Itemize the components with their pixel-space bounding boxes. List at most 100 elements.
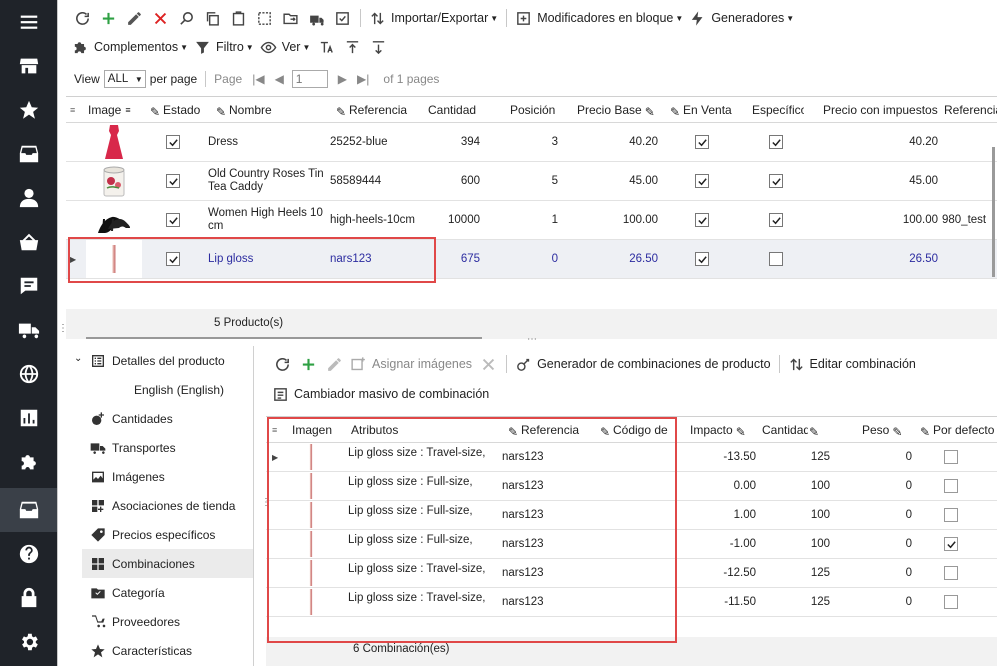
- row-precio-base[interactable]: 40.20: [596, 123, 658, 161]
- row-por-defecto[interactable]: [944, 588, 958, 616]
- row-en-venta[interactable]: [695, 201, 709, 239]
- row-precio-impuestos[interactable]: 40.20: [866, 123, 938, 161]
- row-precio-impuestos[interactable]: 100.00: [866, 201, 938, 239]
- row-en-venta[interactable]: [695, 162, 709, 200]
- checkbox[interactable]: [944, 508, 958, 522]
- add-icon[interactable]: [296, 352, 320, 376]
- col-referencia[interactable]: ✎ Referencia: [336, 97, 424, 122]
- module-store-icon[interactable]: [0, 488, 57, 532]
- checkbox[interactable]: [166, 213, 180, 227]
- checkbox[interactable]: [695, 213, 709, 227]
- row-peso[interactable]: 0: [866, 588, 912, 616]
- table-row[interactable]: Dress 25252-blue 394 3 40.20 40.20: [66, 123, 997, 162]
- checkbox[interactable]: [166, 174, 180, 188]
- row-peso[interactable]: 0: [866, 530, 912, 558]
- col-nombre[interactable]: ✎ Nombre: [216, 97, 326, 122]
- row-referencia[interactable]: 25252-blue: [330, 123, 422, 161]
- checkbox[interactable]: [944, 479, 958, 493]
- col-referencia-2[interactable]: Referencia: [944, 97, 997, 122]
- checkbox[interactable]: [769, 174, 783, 188]
- row-cantidad[interactable]: 100: [766, 501, 830, 529]
- checkbox[interactable]: [769, 252, 783, 266]
- horizontal-scrollbar[interactable]: [86, 337, 482, 339]
- checkbox[interactable]: [769, 213, 783, 227]
- addons-menu[interactable]: Complementos ▼: [70, 35, 190, 59]
- star-icon[interactable]: [0, 88, 57, 132]
- refresh-icon[interactable]: [70, 6, 94, 30]
- checkbox[interactable]: [695, 135, 709, 149]
- row-referencia-2[interactable]: 980_test: [940, 201, 997, 239]
- checkbox[interactable]: [944, 566, 958, 580]
- page-size-select[interactable]: ALL ▼: [103, 70, 146, 88]
- settings-gear-icon[interactable]: [0, 620, 57, 664]
- row-impacto[interactable]: 1.00: [686, 501, 756, 529]
- prev-page-icon[interactable]: ◀: [275, 72, 284, 86]
- row-impacto[interactable]: 0.00: [686, 472, 756, 500]
- row-cantidad[interactable]: 125: [766, 443, 830, 471]
- row-peso[interactable]: 0: [866, 501, 912, 529]
- row-impacto[interactable]: -13.50: [686, 443, 756, 471]
- tree-item-caracteristicas[interactable]: Características: [90, 636, 192, 665]
- edit-combination-button[interactable]: Editar combinación: [786, 352, 918, 376]
- puzzle-icon[interactable]: [0, 440, 57, 484]
- col-posicion[interactable]: Posición: [510, 97, 570, 122]
- select-area-icon[interactable]: [252, 6, 276, 30]
- row-cantidad[interactable]: 125: [766, 559, 830, 587]
- hamburger-menu-icon[interactable]: [0, 0, 57, 44]
- row-estado-checkbox[interactable]: [166, 201, 180, 239]
- row-peso[interactable]: 0: [866, 472, 912, 500]
- sort-down-icon[interactable]: [366, 35, 390, 59]
- checkbox[interactable]: [166, 135, 180, 149]
- row-por-defecto[interactable]: [944, 559, 958, 587]
- row-nombre[interactable]: Old Country Roses Tin Tea Caddy: [208, 162, 328, 200]
- tree-item-cantidades[interactable]: Cantidades: [90, 404, 173, 433]
- copy-icon[interactable]: [200, 6, 224, 30]
- tree-item-details[interactable]: Detalles del producto: [90, 346, 225, 375]
- col-impacto[interactable]: Impacto ✎: [690, 417, 756, 442]
- page-number-input[interactable]: 1: [291, 70, 328, 88]
- user-icon[interactable]: [0, 176, 57, 220]
- row-cantidad[interactable]: 394: [426, 123, 480, 161]
- checkbox[interactable]: [944, 537, 958, 551]
- col-cantidad[interactable]: Cantidad ✎: [762, 417, 826, 442]
- basket-icon[interactable]: [0, 220, 57, 264]
- paste-icon[interactable]: [226, 6, 250, 30]
- font-size-icon[interactable]: [314, 35, 338, 59]
- tree-item-language[interactable]: English (English): [134, 375, 224, 404]
- row-nombre[interactable]: Women High Heels 10 cm: [208, 201, 328, 239]
- bulk-modifiers-menu[interactable]: Modificadores en bloque ▼: [513, 6, 685, 30]
- row-referencia[interactable]: high-heels-10cm: [330, 201, 422, 239]
- row-precio-impuestos[interactable]: 26.50: [866, 240, 938, 278]
- row-posicion[interactable]: 3: [506, 123, 558, 161]
- tree-item-combinaciones[interactable]: Combinaciones: [82, 549, 253, 578]
- tree-item-categoria[interactable]: Categoría: [90, 578, 165, 607]
- move-folder-icon[interactable]: [278, 6, 302, 30]
- checkbox[interactable]: [769, 135, 783, 149]
- row-precio-impuestos[interactable]: 45.00: [866, 162, 938, 200]
- column-menu-icon[interactable]: ≡: [70, 97, 75, 122]
- tree-collapse-chevron-icon[interactable]: ⌄: [74, 353, 82, 364]
- assign-images-button[interactable]: Asignar imágenes: [348, 352, 474, 376]
- row-impacto[interactable]: -1.00: [686, 530, 756, 558]
- vertical-scrollbar[interactable]: [992, 147, 995, 277]
- next-page-icon[interactable]: ▶: [338, 72, 347, 86]
- row-posicion[interactable]: 1: [506, 201, 558, 239]
- add-icon[interactable]: [96, 6, 120, 30]
- row-por-defecto[interactable]: [944, 472, 958, 500]
- row-referencia[interactable]: 58589444: [330, 162, 422, 200]
- col-especifico[interactable]: Específico: [752, 97, 804, 122]
- row-en-venta[interactable]: [695, 123, 709, 161]
- tree-item-asociaciones[interactable]: Asociaciones de tienda: [90, 491, 235, 520]
- message-icon[interactable]: [0, 264, 57, 308]
- tree-item-imagenes[interactable]: Imágenes: [90, 462, 165, 491]
- row-cantidad[interactable]: 125: [766, 588, 830, 616]
- edit-pencil-icon[interactable]: [322, 352, 346, 376]
- combination-generator-button[interactable]: Generador de combinaciones de producto: [513, 352, 772, 376]
- row-cantidad[interactable]: 10000: [426, 201, 480, 239]
- row-especifico[interactable]: [769, 123, 783, 161]
- row-especifico[interactable]: [769, 201, 783, 239]
- row-impacto[interactable]: -11.50: [686, 588, 756, 616]
- col-en-venta[interactable]: ✎ En Venta: [670, 97, 740, 122]
- row-cantidad[interactable]: 600: [426, 162, 480, 200]
- row-peso[interactable]: 0: [866, 559, 912, 587]
